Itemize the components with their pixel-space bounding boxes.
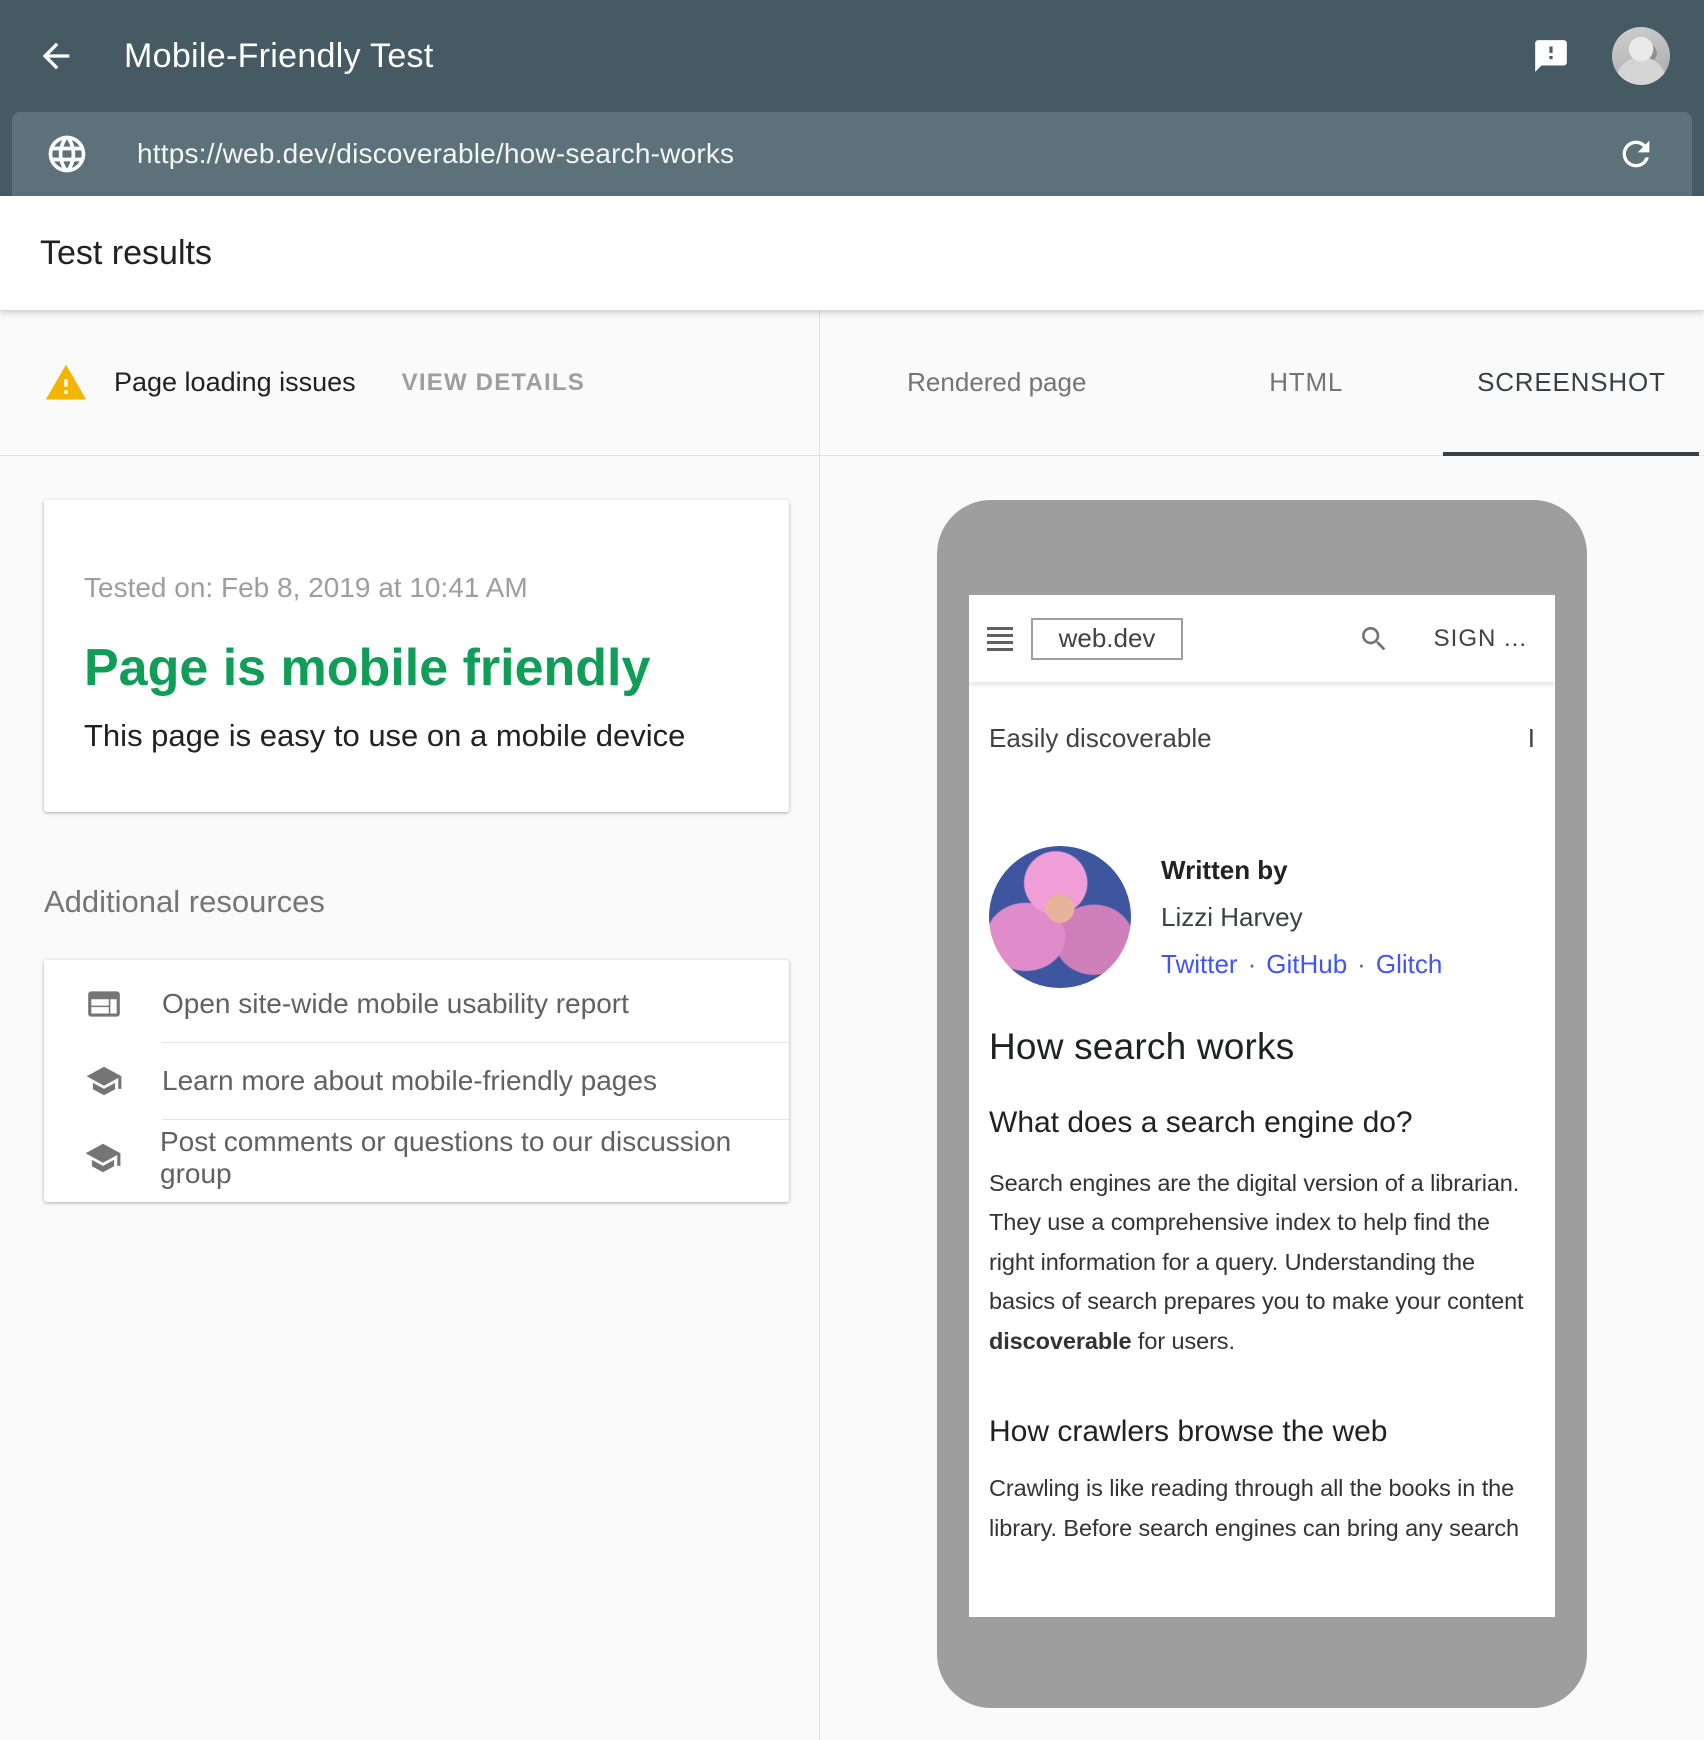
globe-icon [45,132,89,176]
github-link: GitHub [1266,949,1347,979]
top-chrome: Mobile-Friendly Test https://web.dev/dis… [0,0,1704,196]
search-icon [1358,623,1390,655]
paragraph-text: for users. [1132,1328,1235,1354]
user-avatar[interactable] [1612,27,1670,85]
page-title: Test results [40,234,212,273]
back-button[interactable] [34,34,78,78]
article-subheading-2: How crawlers browse the web [969,1415,1555,1449]
article-paragraph-2: Crawling is like reading through all the… [969,1469,1555,1548]
resource-usability-report[interactable]: Open site-wide mobile usability report [44,966,789,1042]
tab-screenshot[interactable]: SCREENSHOT [1439,310,1704,455]
resource-label: Open site-wide mobile usability report [162,988,629,1020]
glitch-link: Glitch [1376,949,1442,979]
app-bar: Mobile-Friendly Test [0,0,1704,112]
tested-url[interactable]: https://web.dev/discoverable/how-search-… [137,138,1616,170]
app-title: Mobile-Friendly Test [124,37,1532,76]
phone-site-header: web.dev SIGN ... [969,595,1555,683]
warning-label: Page loading issues [114,367,356,398]
school-icon [84,1139,122,1177]
school-icon [84,1062,124,1100]
author-name: Lizzi Harvey [1161,902,1442,933]
link-separator: · [1357,949,1366,979]
resource-discussion-group[interactable]: Post comments or questions to our discus… [44,1120,789,1196]
page-loading-issues-row: Page loading issues VIEW DETAILS [0,310,819,456]
preview-panel: Rendered page HTML SCREENSHOT web.dev SI… [820,310,1704,1740]
additional-resources-title: Additional resources [44,884,819,920]
usability-report-icon [84,985,124,1023]
tab-html[interactable]: HTML [1174,310,1439,455]
author-avatar [989,846,1131,988]
article-title: How search works [969,1026,1555,1068]
paragraph-text: Search engines are the digital version o… [989,1170,1523,1314]
phone-mockup: web.dev SIGN ... Easily discoverable I W… [937,500,1587,1708]
article-subheading-1: What does a search engine do? [969,1106,1555,1140]
page-header: Test results [0,196,1704,310]
paragraph-bold-text: discoverable [989,1328,1132,1354]
view-details-button[interactable]: VIEW DETAILS [402,369,585,397]
resource-learn-more[interactable]: Learn more about mobile-friendly pages [44,1043,789,1119]
phone-screenshot: web.dev SIGN ... Easily discoverable I W… [969,595,1555,1617]
results-panel: Page loading issues VIEW DETAILS Tested … [0,310,820,1740]
refresh-icon[interactable] [1616,134,1656,174]
additional-resources-card: Open site-wide mobile usability report L… [44,960,789,1202]
site-name-box: web.dev [1031,618,1183,660]
breadcrumb-trailing: I [1528,723,1535,754]
twitter-link: Twitter [1161,949,1238,979]
tab-rendered-page[interactable]: Rendered page [820,310,1174,455]
verdict-description: This page is easy to use on a mobile dev… [84,718,749,754]
author-block: Written by Lizzi Harvey Twitter · GitHub · G… [969,846,1555,988]
verdict-heading: Page is mobile friendly [84,638,749,698]
author-links: Twitter · GitHub · Glitch [1161,949,1442,980]
preview-tabs: Rendered page HTML SCREENSHOT [820,310,1704,456]
result-card: Tested on: Feb 8, 2019 at 10:41 AM Page … [44,500,789,812]
written-by-label: Written by [1161,855,1442,886]
menu-icon [987,627,1013,651]
article-paragraph-1: Search engines are the digital version o… [969,1164,1555,1361]
feedback-icon[interactable] [1532,37,1570,75]
breadcrumb: Easily discoverable [989,723,1212,754]
link-separator: · [1248,949,1257,979]
sign-in-label: SIGN ... [1434,625,1527,653]
resource-label: Learn more about mobile-friendly pages [162,1065,657,1097]
url-bar: https://web.dev/discoverable/how-search-… [12,112,1692,196]
breadcrumb-row: Easily discoverable I [969,723,1555,754]
resource-label: Post comments or questions to our discus… [160,1126,749,1190]
arrow-back-icon [36,36,76,76]
tested-on-timestamp: Tested on: Feb 8, 2019 at 10:41 AM [84,572,749,604]
warning-icon [44,361,88,405]
